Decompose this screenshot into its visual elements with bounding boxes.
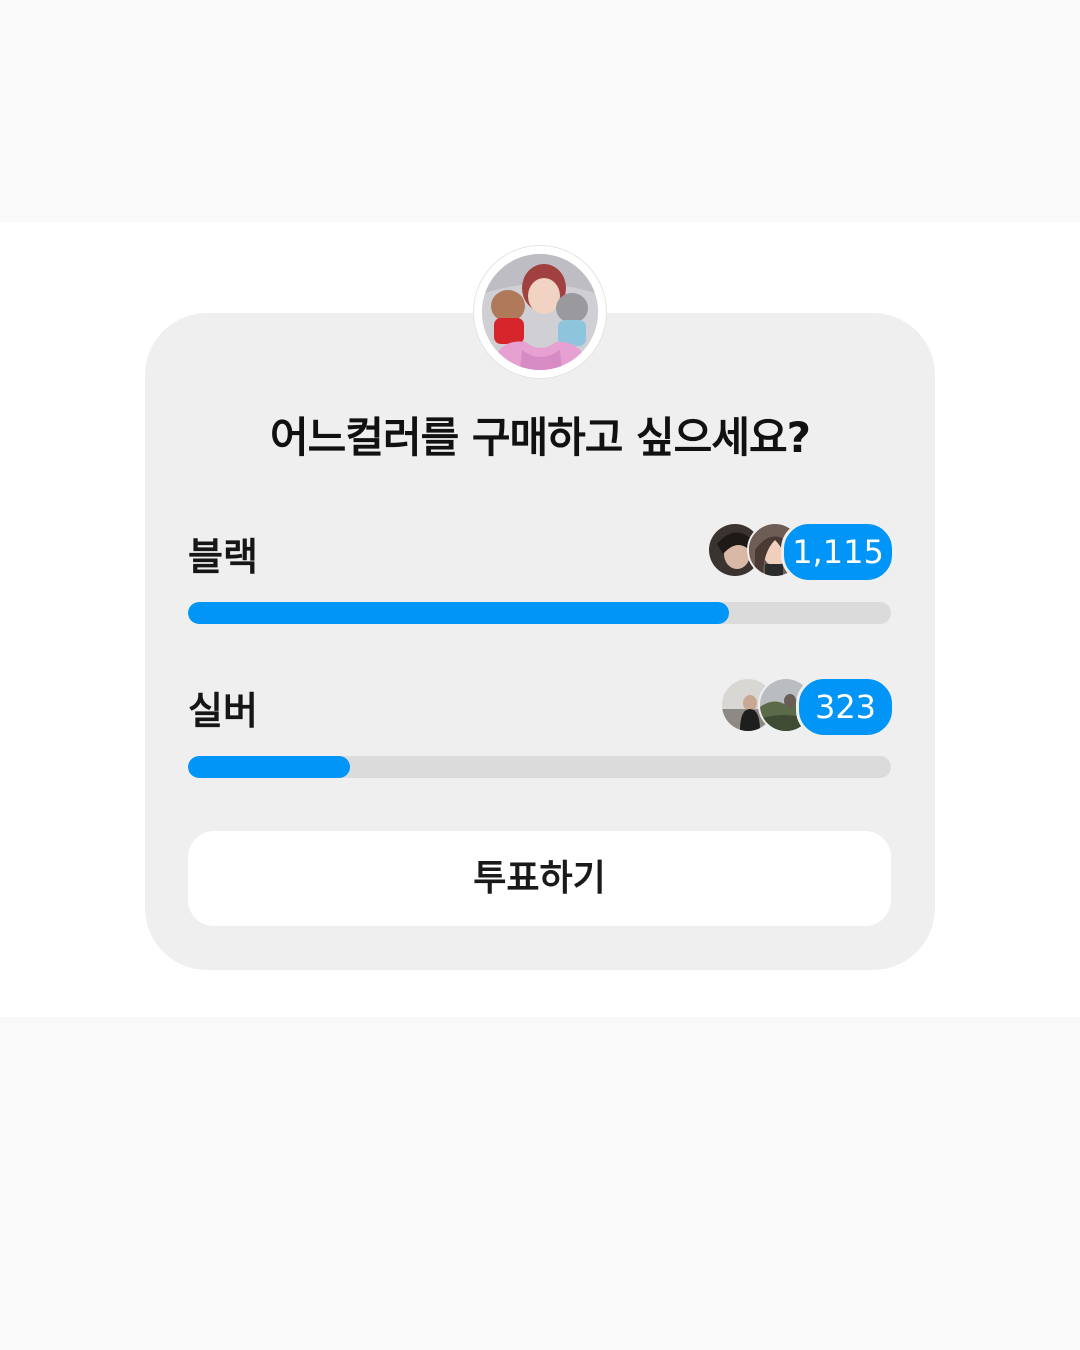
option-label-black[interactable]: 블랙	[188, 526, 258, 581]
option-black-progress-track	[188, 602, 891, 624]
vote-button[interactable]: 투표하기	[188, 831, 891, 926]
option-silver-progress-fill	[188, 756, 350, 778]
poll-question: 어느컬러를 구매하고 싶으세요?	[270, 413, 811, 462]
option-silver-progress-track	[188, 756, 891, 778]
bottom-background	[0, 1017, 1080, 1350]
option-black-vote-count[interactable]: 1,115	[781, 521, 895, 583]
poll-author-avatar[interactable]	[474, 246, 606, 378]
option-silver-vote-count[interactable]: 323	[796, 676, 895, 738]
option-black-progress-fill	[188, 602, 730, 624]
top-background	[0, 0, 1080, 222]
option-label-silver[interactable]: 실버	[188, 680, 258, 735]
author-avatar-image	[482, 254, 598, 370]
